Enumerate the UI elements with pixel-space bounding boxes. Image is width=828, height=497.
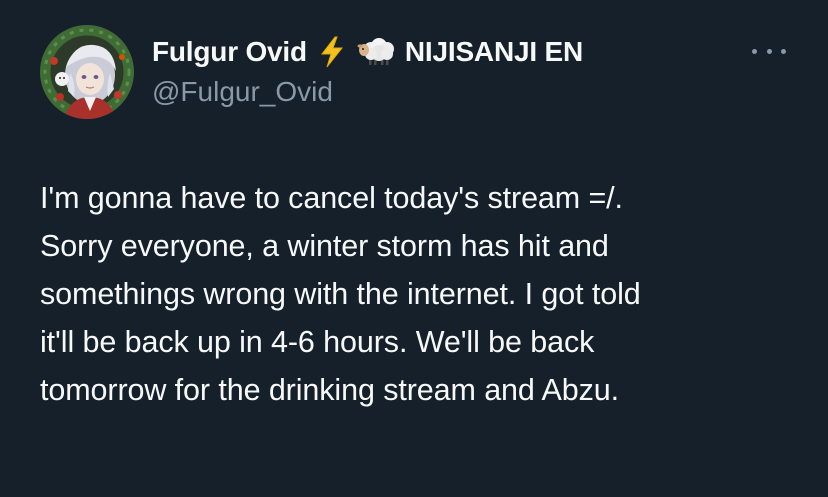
author-avatar[interactable]	[40, 25, 134, 119]
tweet-text-line: it'll be back up in 4-6 hours. We'll be …	[40, 325, 595, 359]
lightning-emoji	[319, 36, 345, 68]
tweet-card: Fulgur Ovid NIJISANJI EN @Fulgur_Ovid I'…	[0, 0, 828, 497]
tweet-text-line: I'm gonna have to cancel today's stream …	[40, 181, 623, 215]
tweet-text-line: somethings wrong with the internet. I go…	[40, 277, 641, 311]
author-affiliation: NIJISANJI EN	[404, 36, 584, 67]
tweet-text: I'm gonna have to cancel today's stream …	[40, 174, 800, 414]
more-dot	[752, 48, 757, 54]
tweet-text-line: tomorrow for the drinking stream and Abz…	[40, 373, 619, 407]
sheep-emoji	[357, 37, 397, 67]
author-name-row: Fulgur Ovid NIJISANJI EN	[152, 33, 583, 71]
author-display-name[interactable]: Fulgur Ovid	[152, 36, 307, 68]
more-dot	[781, 48, 786, 54]
tweet-text-line: Sorry everyone, a winter storm has hit a…	[40, 229, 609, 263]
more-options-icon[interactable]	[752, 40, 786, 62]
author-handle[interactable]: @Fulgur_Ovid	[152, 76, 333, 108]
more-dot	[766, 48, 772, 54]
